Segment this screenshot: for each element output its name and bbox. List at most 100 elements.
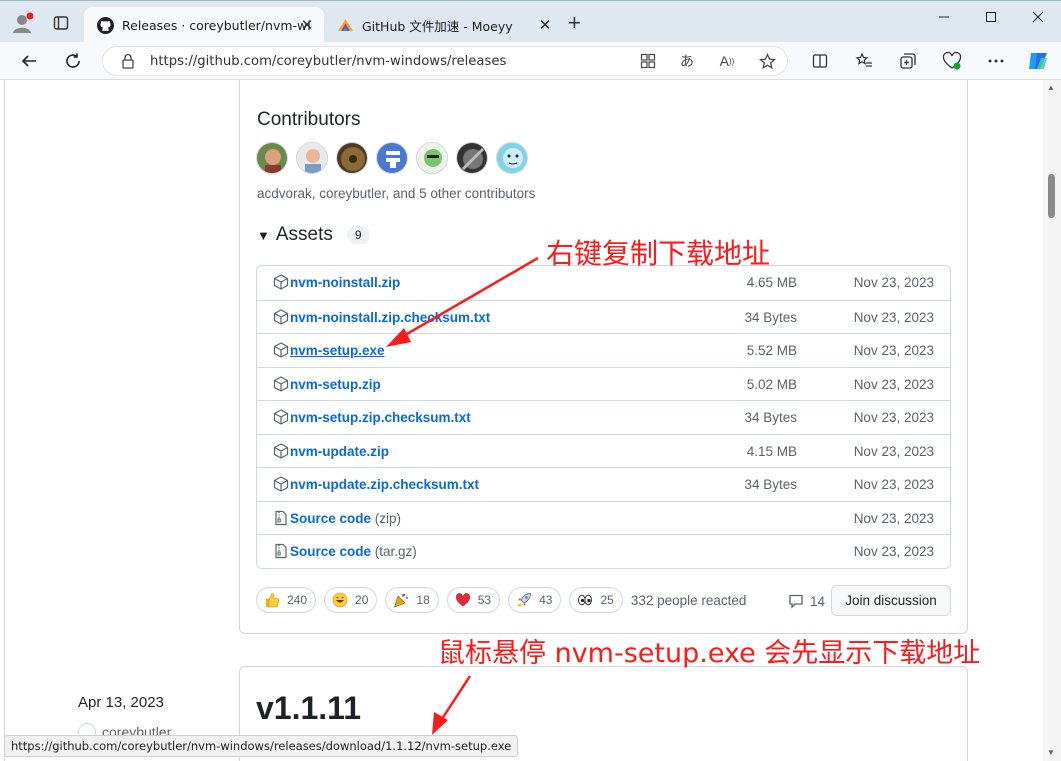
minimize-icon[interactable] bbox=[929, 7, 959, 27]
package-icon bbox=[273, 476, 290, 493]
avatar[interactable] bbox=[456, 142, 488, 174]
refresh-icon[interactable] bbox=[61, 49, 85, 73]
asset-link[interactable]: nvm-update.zip.checksum.txt bbox=[290, 477, 479, 492]
asset-row: Source code (zip) Nov 23, 2023 bbox=[257, 500, 950, 535]
rocket-icon bbox=[515, 591, 533, 609]
asset-row: nvm-noinstall.zip.checksum.txt 34 Bytes … bbox=[257, 299, 950, 334]
close-tab-icon[interactable]: ✕ bbox=[536, 16, 554, 34]
new-tab-button[interactable]: + bbox=[568, 12, 581, 34]
reactions-bar: 240 20 18 53 43 25 332 people reacted bbox=[256, 586, 746, 614]
page-border bbox=[4, 80, 5, 761]
asset-size: 4.15 MB bbox=[746, 443, 797, 459]
avatar[interactable] bbox=[416, 142, 448, 174]
reaction-thumbs-up[interactable]: 240 bbox=[256, 587, 317, 613]
annotation-copy-link: 右键复制下载地址 bbox=[546, 237, 771, 270]
contributors-heading: Contributors bbox=[257, 109, 361, 130]
avatar[interactable] bbox=[256, 142, 288, 174]
browser-essentials-icon[interactable] bbox=[940, 49, 964, 73]
assets-list: nvm-noinstall.zip 4.65 MB Nov 23, 2023 n… bbox=[256, 265, 951, 569]
file-zip-icon bbox=[273, 510, 290, 527]
eyes-icon bbox=[576, 591, 594, 609]
avatar[interactable] bbox=[296, 142, 328, 174]
reactions-summary: 332 people reacted bbox=[630, 592, 747, 608]
reaction-count: 240 bbox=[287, 593, 308, 607]
asset-row: nvm-setup.zip.checksum.txt 34 Bytes Nov … bbox=[257, 400, 950, 434]
status-bar-url: https://github.com/coreybutler/nvm-windo… bbox=[4, 735, 519, 757]
title-bar: Releases · coreybutler/nvm-wind ✕ GitHub… bbox=[0, 0, 1061, 43]
source-code-link[interactable]: Source code (tar.gz) bbox=[290, 544, 417, 559]
collections-icon[interactable] bbox=[896, 49, 920, 73]
favorites-icon[interactable] bbox=[852, 49, 876, 73]
assets-toggle[interactable]: ▼ Assets 9 bbox=[257, 224, 370, 246]
source-code-link[interactable]: Source code (zip) bbox=[290, 511, 401, 526]
page-content: Contributors acdvorak, coreybutler, and … bbox=[0, 80, 1043, 761]
scroll-down-icon[interactable]: ▼ bbox=[1047, 748, 1055, 757]
package-icon bbox=[273, 342, 290, 359]
assets-count-badge: 9 bbox=[346, 226, 370, 244]
asset-date: Nov 23, 2023 bbox=[853, 309, 934, 325]
asset-link[interactable]: nvm-setup.zip.checksum.txt bbox=[290, 410, 471, 425]
tab-releases[interactable]: Releases · coreybutler/nvm-wind ✕ bbox=[84, 7, 324, 43]
tab-actions-icon[interactable] bbox=[48, 10, 74, 36]
app-available-icon[interactable] bbox=[637, 50, 659, 72]
package-icon bbox=[273, 274, 290, 291]
translate-icon[interactable]: あ bbox=[676, 50, 698, 72]
annotation-hover-hint: 鼠标悬停 nvm-setup.exe 会先显示下载地址 bbox=[438, 638, 981, 669]
vertical-scrollbar[interactable]: ▲ ▼ bbox=[1043, 80, 1061, 761]
asset-size: 4.65 MB bbox=[746, 275, 797, 290]
source-code-label: Source code bbox=[290, 510, 372, 526]
close-tab-icon[interactable]: ✕ bbox=[298, 16, 316, 34]
package-icon bbox=[273, 375, 290, 393]
favorite-star-icon[interactable] bbox=[756, 50, 778, 72]
asset-row: nvm-update.zip.checksum.txt 34 Bytes Nov… bbox=[257, 467, 950, 501]
split-screen-icon[interactable] bbox=[808, 49, 832, 73]
avatar[interactable] bbox=[336, 142, 368, 174]
asset-size: 5.02 MB bbox=[746, 376, 797, 392]
copilot-icon[interactable] bbox=[1026, 49, 1050, 73]
comments-count[interactable]: 14 bbox=[788, 593, 825, 609]
asset-link-hovered[interactable]: nvm-setup.exe bbox=[290, 343, 385, 358]
lock-icon[interactable] bbox=[121, 53, 135, 74]
close-window-icon[interactable] bbox=[1023, 7, 1053, 27]
asset-date: Nov 23, 2023 bbox=[853, 410, 934, 425]
avatar[interactable] bbox=[376, 142, 408, 174]
release-date: Apr 13, 2023 bbox=[78, 694, 164, 711]
moeyy-icon bbox=[336, 16, 354, 34]
tab-moeyy[interactable]: GitHub 文件加速 - Moeyy ✕ bbox=[324, 7, 562, 43]
read-aloud-icon[interactable]: A)) bbox=[716, 50, 738, 72]
profile-icon[interactable] bbox=[10, 10, 36, 36]
scroll-up-icon[interactable]: ▲ bbox=[1047, 83, 1055, 92]
asset-size: 34 Bytes bbox=[744, 477, 797, 492]
reaction-eyes[interactable]: 25 bbox=[569, 587, 623, 613]
reaction-laugh[interactable]: 20 bbox=[324, 587, 378, 613]
release-version[interactable]: v1.1.11 bbox=[256, 690, 361, 727]
asset-link[interactable]: nvm-noinstall.zip bbox=[290, 275, 400, 290]
asset-link[interactable]: nvm-update.zip bbox=[290, 444, 389, 459]
heart-icon bbox=[454, 591, 472, 609]
reaction-rocket[interactable]: 43 bbox=[508, 587, 562, 613]
asset-date: Nov 23, 2023 bbox=[853, 376, 934, 392]
package-icon bbox=[273, 442, 290, 460]
back-icon[interactable] bbox=[17, 49, 41, 73]
more-options-icon[interactable] bbox=[984, 49, 1008, 73]
tab-title: Releases · coreybutler/nvm-wind bbox=[122, 17, 312, 33]
join-discussion-button[interactable]: Join discussion bbox=[831, 585, 951, 616]
asset-row: Source code (tar.gz) Nov 23, 2023 bbox=[257, 534, 950, 568]
reaction-count: 25 bbox=[600, 593, 614, 607]
reaction-hooray[interactable]: 18 bbox=[385, 587, 439, 613]
address-bar[interactable]: https://github.com/coreybutler/nvm-windo… bbox=[102, 46, 788, 76]
github-icon bbox=[96, 16, 114, 34]
maximize-icon[interactable] bbox=[976, 7, 1006, 27]
avatar[interactable] bbox=[496, 142, 528, 174]
asset-size: 5.52 MB bbox=[746, 343, 797, 358]
asset-link[interactable]: nvm-setup.zip bbox=[290, 377, 381, 392]
reaction-heart[interactable]: 53 bbox=[446, 587, 501, 613]
asset-date: Nov 23, 2023 bbox=[853, 544, 934, 559]
scrollbar-thumb[interactable] bbox=[1048, 174, 1055, 218]
browser-toolbar: https://github.com/coreybutler/nvm-windo… bbox=[0, 42, 1061, 80]
laugh-icon bbox=[331, 591, 349, 609]
asset-date: Nov 23, 2023 bbox=[853, 343, 934, 358]
file-zip-icon bbox=[273, 543, 290, 560]
source-format: (zip) bbox=[374, 510, 402, 526]
asset-link[interactable]: nvm-noinstall.zip.checksum.txt bbox=[290, 310, 490, 325]
